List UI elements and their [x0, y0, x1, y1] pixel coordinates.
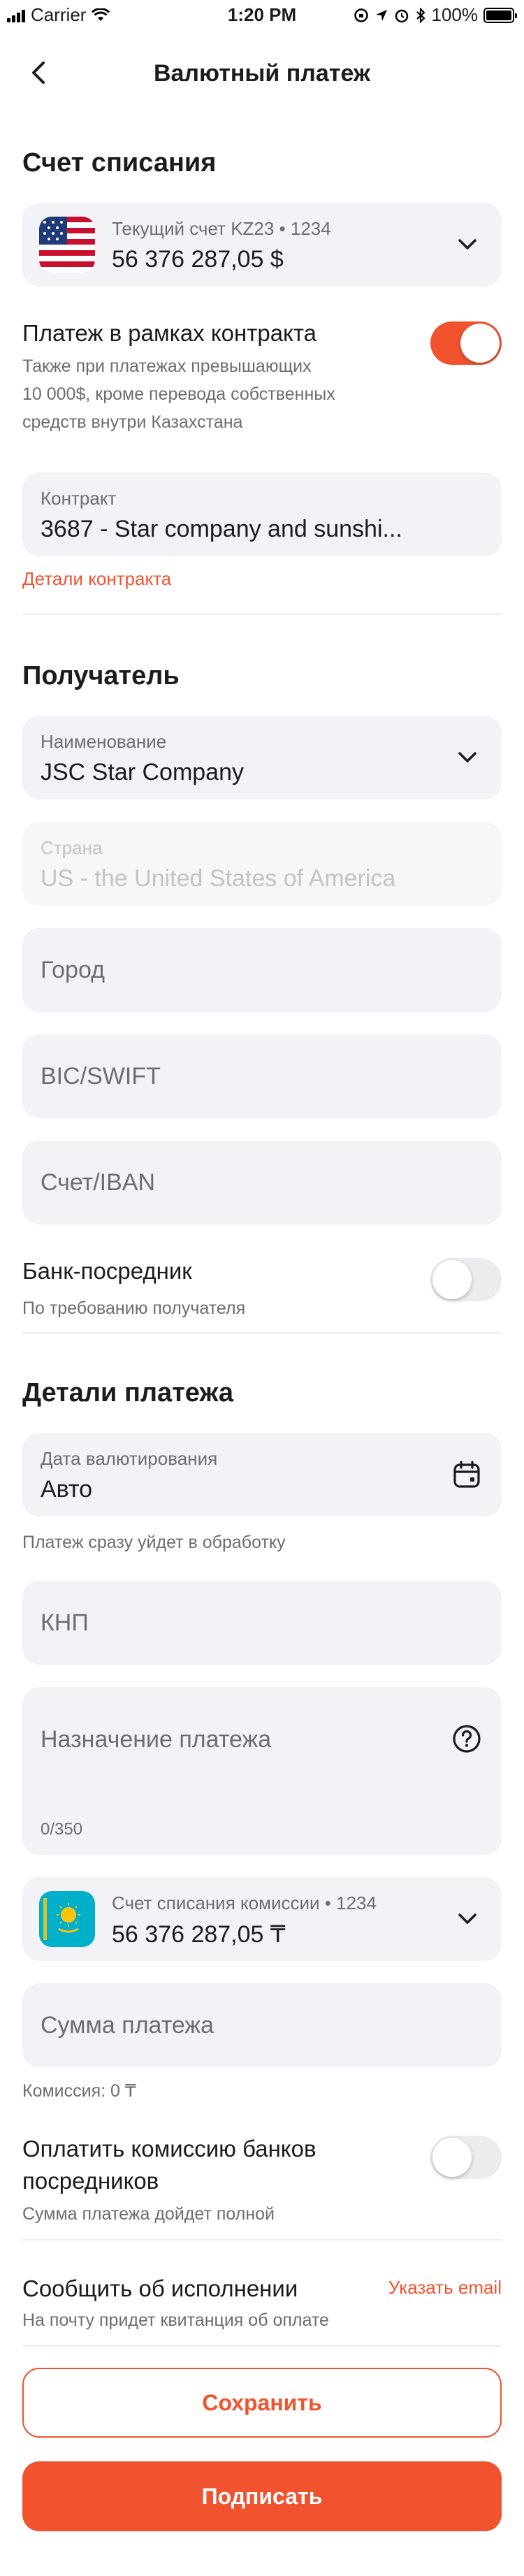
divider — [22, 1332, 502, 1333]
contract-payment-subtitle-3: средств внутри Казахстана — [22, 412, 243, 432]
valuation-date-value: Авто — [41, 1476, 93, 1503]
recipient-country-value: US - the United States of America — [41, 865, 396, 892]
alarm-icon — [395, 9, 408, 22]
bluetooth-icon — [416, 7, 425, 23]
divider — [22, 2345, 502, 2347]
recipient-name-label: Наименование — [41, 731, 167, 752]
nav-bar: Валютный платеж — [0, 43, 524, 105]
calendar-icon[interactable] — [451, 1459, 482, 1490]
bic-swift-input[interactable]: BIC/SWIFT — [22, 1034, 502, 1118]
contract-payment-title: Платеж в рамках контракта — [22, 320, 316, 346]
commission-account-label: Счет списания комиссии • 1234 — [112, 1893, 377, 1913]
battery-icon — [483, 7, 517, 23]
iban-input[interactable]: Счет/IBAN — [22, 1141, 502, 1224]
valuation-date-label: Дата валютирования — [41, 1448, 218, 1469]
payment-purpose-counter: 0/350 — [41, 1820, 83, 1839]
knp-input[interactable]: КНП — [22, 1581, 502, 1665]
save-button[interactable]: Сохранить — [22, 2368, 502, 2438]
battery-percent: 100% — [431, 4, 479, 25]
recipient-name-value: JSC Star Company — [41, 759, 244, 786]
contract-payment-subtitle-1: Также при платежах превышающих — [22, 356, 312, 376]
toggle-knob — [460, 324, 500, 363]
us-flag-icon — [39, 217, 95, 273]
commission-text: Комиссия: 0 ₸ — [22, 2081, 136, 2101]
intermediary-bank-subtitle: По требованию получателя — [22, 1298, 246, 1318]
contract-details-link[interactable]: Детали контракта — [22, 568, 171, 590]
section-title-payment-details: Детали платежа — [22, 1378, 233, 1408]
notify-subtitle: На почту придет квитанция об оплате — [22, 2310, 329, 2330]
divider — [22, 614, 502, 615]
city-placeholder: Город — [41, 956, 105, 983]
divider — [22, 2239, 502, 2241]
commission-account-selector[interactable]: Счет списания комиссии • 1234 56 376 287… — [22, 1877, 502, 1961]
section-title-recipient: Получатель — [22, 661, 180, 690]
commission-account-balance: 56 376 287,05 ₸ — [112, 1921, 286, 1948]
contract-value: 3687 - Star company and sunshi... — [41, 516, 402, 542]
debit-account-selector[interactable]: Текущий счет KZ23 • 1234 56 376 287,05 $ — [22, 203, 502, 287]
chevron-down-icon — [458, 752, 476, 762]
valuation-date-hint: Платеж сразу уйдет в обработку — [22, 1533, 286, 1552]
pay-intermediary-title-1: Оплатить комиссию банков — [22, 2136, 316, 2162]
recipient-country-field: Страна US - the United States of America — [22, 822, 502, 906]
specify-email-link[interactable]: Указать email — [388, 2277, 502, 2299]
chevron-down-icon — [458, 239, 476, 249]
kz-flag-icon — [39, 1891, 95, 1947]
contract-payment-toggle[interactable] — [430, 321, 502, 365]
pay-intermediary-subtitle: Сумма платежа дойдет полной — [22, 2204, 275, 2224]
bic-swift-placeholder: BIC/SWIFT — [41, 1062, 161, 1090]
recipient-name-selector[interactable]: Наименование JSC Star Company — [22, 716, 502, 799]
section-title-debit: Счет списания — [22, 148, 217, 178]
payment-purpose-textarea[interactable]: Назначение платежа 0/350 — [22, 1687, 502, 1855]
notify-title: Сообщить об исполнении — [22, 2275, 298, 2301]
contract-label: Контракт — [41, 488, 117, 509]
chevron-down-icon — [458, 1913, 476, 1924]
rotation-lock-icon — [354, 8, 368, 22]
intermediary-bank-toggle[interactable] — [430, 1258, 502, 1301]
debit-account-label: Текущий счет KZ23 • 1234 — [112, 218, 331, 239]
sign-button[interactable]: Подписать — [22, 2461, 502, 2531]
toggle-knob — [432, 1260, 472, 1299]
pay-intermediary-toggle[interactable] — [430, 2136, 502, 2179]
contract-field[interactable]: Контракт 3687 - Star company and sunshi.… — [22, 472, 502, 556]
help-icon[interactable] — [451, 1723, 482, 1754]
intermediary-bank-title: Банк-посредник — [22, 1258, 192, 1284]
toggle-knob — [432, 2138, 472, 2177]
payment-amount-placeholder: Сумма платежа — [41, 2011, 214, 2039]
recipient-country-label: Страна — [41, 837, 103, 858]
valuation-date-field[interactable]: Дата валютирования Авто — [22, 1433, 502, 1517]
status-bar: Carrier 1:20 PM 100% — [0, 0, 524, 28]
payment-purpose-placeholder: Назначение платежа — [41, 1726, 272, 1753]
debit-account-balance: 56 376 287,05 $ — [112, 246, 284, 273]
iban-placeholder: Счет/IBAN — [41, 1168, 156, 1196]
location-icon — [375, 9, 387, 21]
contract-payment-subtitle-2: 10 000$, кроме перевода собственных — [22, 384, 335, 404]
page-title: Валютный платеж — [153, 60, 371, 87]
pay-intermediary-title-2: посредников — [22, 2168, 159, 2194]
city-input[interactable]: Город — [22, 928, 502, 1012]
knp-placeholder: КНП — [41, 1609, 89, 1636]
status-right: 100% — [354, 4, 517, 26]
payment-amount-input[interactable]: Сумма платежа — [22, 1983, 502, 2067]
